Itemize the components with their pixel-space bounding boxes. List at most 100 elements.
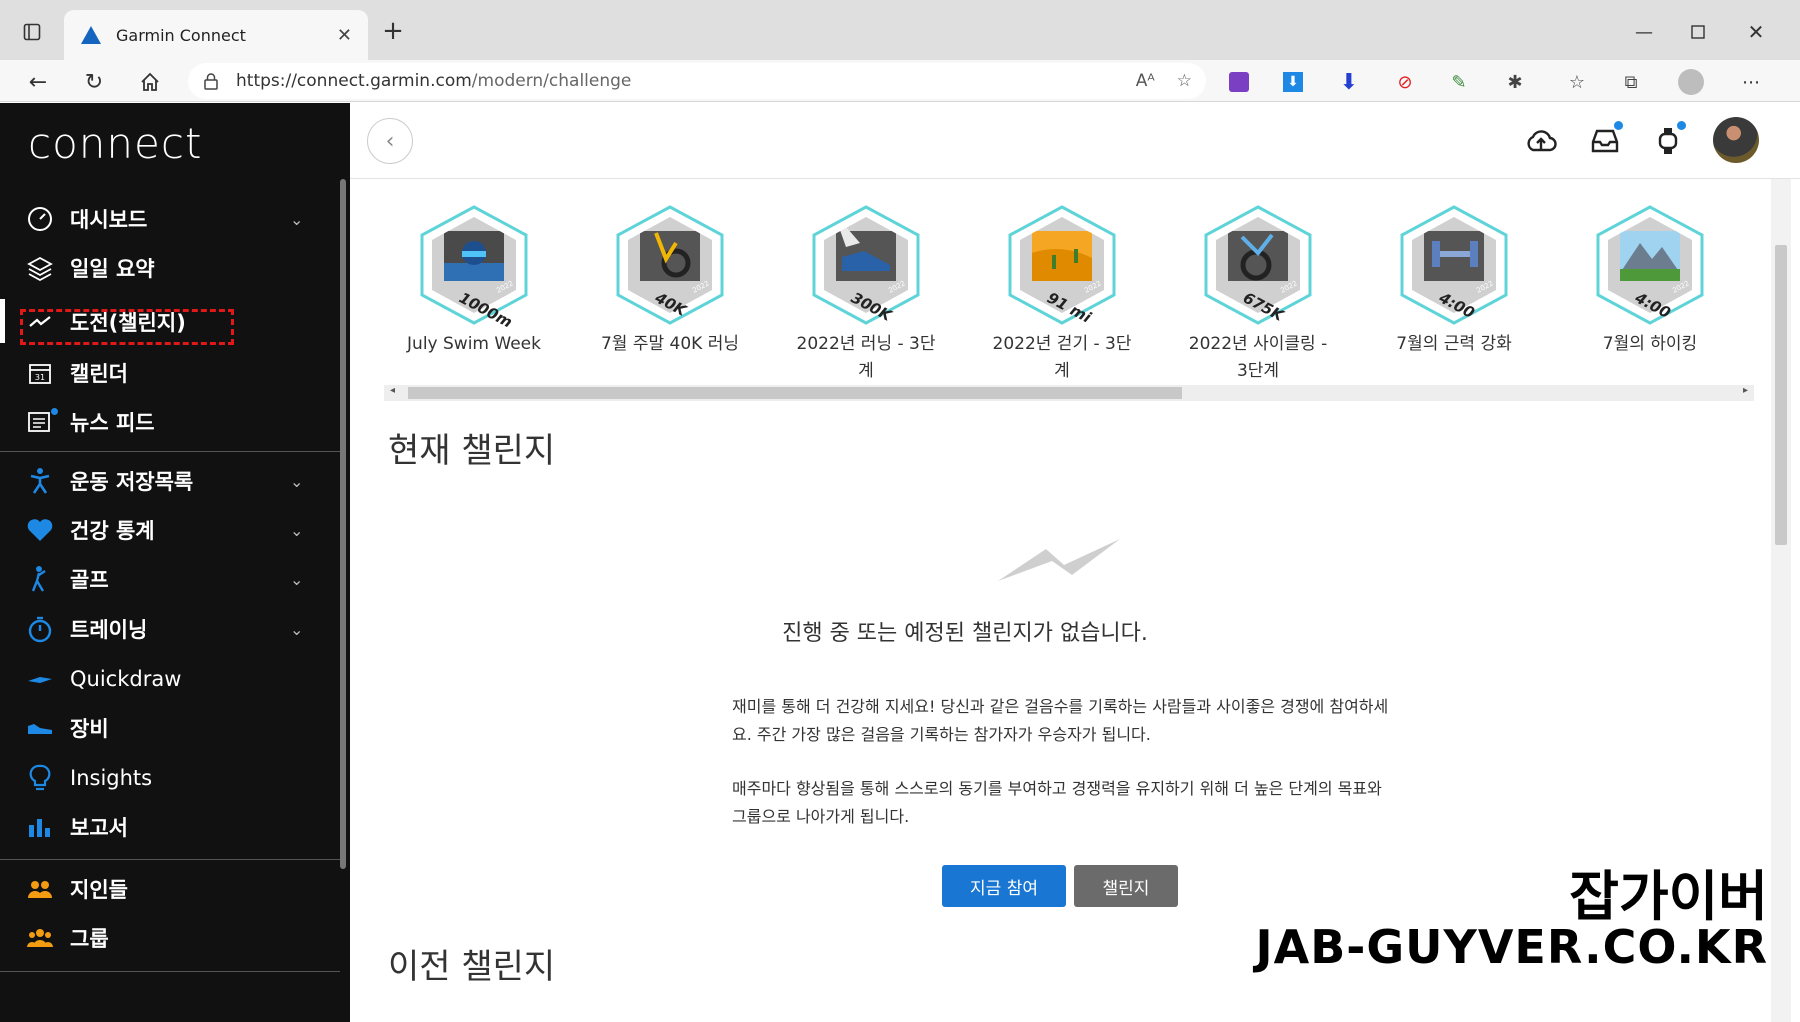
green-extension-icon[interactable]: ✎ bbox=[1444, 67, 1474, 97]
badge-hexagon-icon: 300K 2022 bbox=[812, 205, 920, 325]
layers-icon bbox=[26, 254, 54, 282]
sidebar-item-daily-summary[interactable]: 일일 요약 bbox=[0, 245, 330, 291]
challenge-badges-strip: 1000m 2022 July Swim Week 40K 2022 7월 주말… bbox=[384, 203, 1754, 383]
minimize-icon[interactable]: — bbox=[1626, 14, 1662, 50]
badge-name-line2: 계 bbox=[1054, 361, 1070, 381]
badge-name: 2022년 러닝 - 3단 bbox=[796, 334, 936, 354]
collapse-sidebar-button[interactable]: ‹ bbox=[367, 118, 413, 164]
sidebar-item-quickdraw[interactable]: Quickdraw bbox=[0, 656, 330, 702]
reload-icon[interactable]: ↻ bbox=[76, 64, 112, 100]
watermark-url: JAB-GUYVER.CO.KR bbox=[1255, 919, 1768, 975]
newsfeed-icon bbox=[26, 408, 58, 436]
scrollbar-thumb[interactable] bbox=[1775, 245, 1787, 545]
sidebar-item-label: 장비 bbox=[70, 717, 109, 741]
notification-dot bbox=[1614, 121, 1623, 130]
chevron-down-icon: ⌄ bbox=[290, 471, 304, 491]
sidebar-item-calendar[interactable]: 31 캘린더 bbox=[0, 350, 330, 396]
challenge-badge[interactable]: 4:00 2022 7월의 하이킹 bbox=[1560, 203, 1740, 358]
chevron-down-icon: ⌄ bbox=[290, 209, 304, 229]
scroll-right-icon[interactable]: ▸ bbox=[1743, 385, 1748, 396]
empty-challenge-icon bbox=[998, 539, 1120, 581]
arrow-extension-icon[interactable]: ⬇ bbox=[1334, 67, 1364, 97]
favorite-star-icon[interactable]: ☆ bbox=[1177, 71, 1192, 91]
lightbulb-icon bbox=[26, 764, 54, 792]
groups-icon bbox=[26, 924, 54, 952]
sidebar-item-label: 골프 bbox=[70, 568, 109, 592]
tab-close-icon[interactable]: ✕ bbox=[337, 25, 352, 46]
stopwatch-icon bbox=[26, 615, 54, 643]
chevron-down-icon: ⌄ bbox=[290, 569, 304, 589]
extensions-puzzle-icon[interactable]: ✱ bbox=[1500, 67, 1530, 97]
badge-hexagon-icon: 40K 2022 bbox=[616, 205, 724, 325]
challenge-badge[interactable]: 91 mi 2022 2022년 걷기 - 3단 계 bbox=[972, 203, 1152, 383]
browser-toolbar: ← ↻ https://connect.garmin.com/modern/ch… bbox=[0, 60, 1800, 102]
sidebar-item-news-feed[interactable]: 뉴스 피드 bbox=[0, 399, 330, 445]
challenge-badge[interactable]: 40K 2022 7월 주말 40K 러닝 bbox=[580, 203, 760, 358]
empty-state-description-2: 매주마다 향상됨을 통해 스스로의 동기를 부여하고 경쟁력을 유지하기 위해 … bbox=[732, 779, 1382, 826]
address-bar[interactable]: https://connect.garmin.com/modern/challe… bbox=[188, 63, 1206, 99]
sidebar-item-label: 보고서 bbox=[70, 816, 128, 840]
profile-icon[interactable] bbox=[1676, 67, 1706, 97]
sidebar-item-dashboard[interactable]: 대시보드 ⌄ bbox=[0, 196, 330, 242]
dashboard-icon bbox=[26, 205, 54, 233]
join-now-button[interactable]: 지금 참여 bbox=[942, 865, 1066, 907]
sidebar-item-label: 캘린더 bbox=[70, 362, 128, 386]
home-icon[interactable] bbox=[132, 64, 168, 100]
chart-icon bbox=[26, 813, 54, 841]
badge-name: 2022년 사이클링 - bbox=[1188, 334, 1328, 354]
collections-icon[interactable]: ⧉ bbox=[1616, 67, 1646, 97]
lock-icon bbox=[204, 73, 218, 90]
badge-name: 7월 주말 40K 러닝 bbox=[600, 334, 739, 354]
user-avatar[interactable] bbox=[1713, 117, 1759, 163]
new-tab-button[interactable]: + bbox=[376, 14, 410, 48]
back-icon[interactable]: ← bbox=[20, 64, 56, 100]
sidebar-item-insights[interactable]: Insights bbox=[0, 755, 330, 801]
browser-tab[interactable]: Garmin Connect ✕ bbox=[64, 10, 368, 60]
challenge-badge[interactable]: 1000m 2022 July Swim Week bbox=[384, 203, 564, 358]
more-menu-icon[interactable]: ⋯ bbox=[1736, 67, 1766, 97]
sidebar-item-gear[interactable]: 장비 bbox=[0, 705, 330, 751]
badge-name: July Swim Week bbox=[407, 334, 541, 354]
shoe-icon bbox=[26, 714, 54, 742]
favorites-icon[interactable]: ☆ bbox=[1562, 67, 1592, 97]
badge-name: 2022년 걷기 - 3단 bbox=[992, 334, 1132, 354]
badge-hexagon-icon: 4:00 2022 bbox=[1596, 205, 1704, 325]
window-close-icon[interactable]: ✕ bbox=[1738, 14, 1774, 50]
sidebar-item-label: 그룹 bbox=[70, 927, 109, 951]
calendar-day: 31 bbox=[35, 373, 45, 382]
sidebar-item-groups[interactable]: 그룹 bbox=[0, 915, 330, 961]
sidebar-item-label: 트레이닝 bbox=[70, 618, 148, 642]
badges-horizontal-scrollbar[interactable]: ◂ ▸ bbox=[384, 385, 1754, 401]
challenge-badge[interactable]: 300K 2022 2022년 러닝 - 3단 계 bbox=[776, 203, 956, 383]
sidebar-item-connections[interactable]: 지인들 bbox=[0, 866, 330, 912]
garmin-favicon-icon bbox=[81, 26, 101, 44]
challenge-badge[interactable]: 4:00 2022 7월의 근력 강화 bbox=[1364, 203, 1544, 358]
badge-name-line2: 3단계 bbox=[1236, 361, 1280, 381]
red-extension-icon[interactable]: ⊘ bbox=[1390, 67, 1420, 97]
sidebar-item-golf[interactable]: 골프 ⌄ bbox=[0, 556, 330, 602]
sidebar-item-label: Quickdraw bbox=[70, 667, 182, 691]
upload-cloud-icon[interactable] bbox=[1523, 123, 1559, 159]
main-vertical-scrollbar[interactable] bbox=[1771, 179, 1791, 1022]
sidebar-item-label: 지인들 bbox=[70, 878, 128, 902]
sidebar-item-reports[interactable]: 보고서 bbox=[0, 804, 330, 850]
browser-tab-bar: Garmin Connect ✕ + — ✕ bbox=[0, 0, 1800, 60]
tab-actions-icon[interactable] bbox=[14, 14, 50, 50]
notification-dot bbox=[1677, 121, 1686, 130]
scrollbar-thumb[interactable] bbox=[408, 387, 1182, 399]
read-aloud-icon[interactable]: Aᴬ bbox=[1136, 71, 1155, 91]
badge-name: 7월의 하이킹 bbox=[1602, 334, 1698, 354]
maximize-icon[interactable] bbox=[1680, 14, 1716, 50]
top-header: ‹ bbox=[350, 103, 1800, 179]
extension-purple-icon[interactable] bbox=[1224, 67, 1254, 97]
sidebar-item-health-stats[interactable]: 건강 통계 ⌄ bbox=[0, 507, 330, 553]
scroll-left-icon[interactable]: ◂ bbox=[390, 385, 395, 396]
download-extension-icon[interactable]: ⬇ bbox=[1278, 67, 1308, 97]
sidebar-scrollbar[interactable] bbox=[340, 179, 346, 869]
sidebar-item-training[interactable]: 트레이닝 ⌄ bbox=[0, 606, 330, 652]
connect-logo[interactable]: connect bbox=[28, 119, 202, 168]
badge-hexagon-icon: 1000m 2022 bbox=[420, 205, 528, 327]
challenges-button[interactable]: 챌린지 bbox=[1074, 865, 1178, 907]
challenge-badge[interactable]: 675K 2022 2022년 사이클링 - 3단계 bbox=[1168, 203, 1348, 383]
sidebar-item-activities[interactable]: 운동 저장목록 ⌄ bbox=[0, 458, 330, 504]
